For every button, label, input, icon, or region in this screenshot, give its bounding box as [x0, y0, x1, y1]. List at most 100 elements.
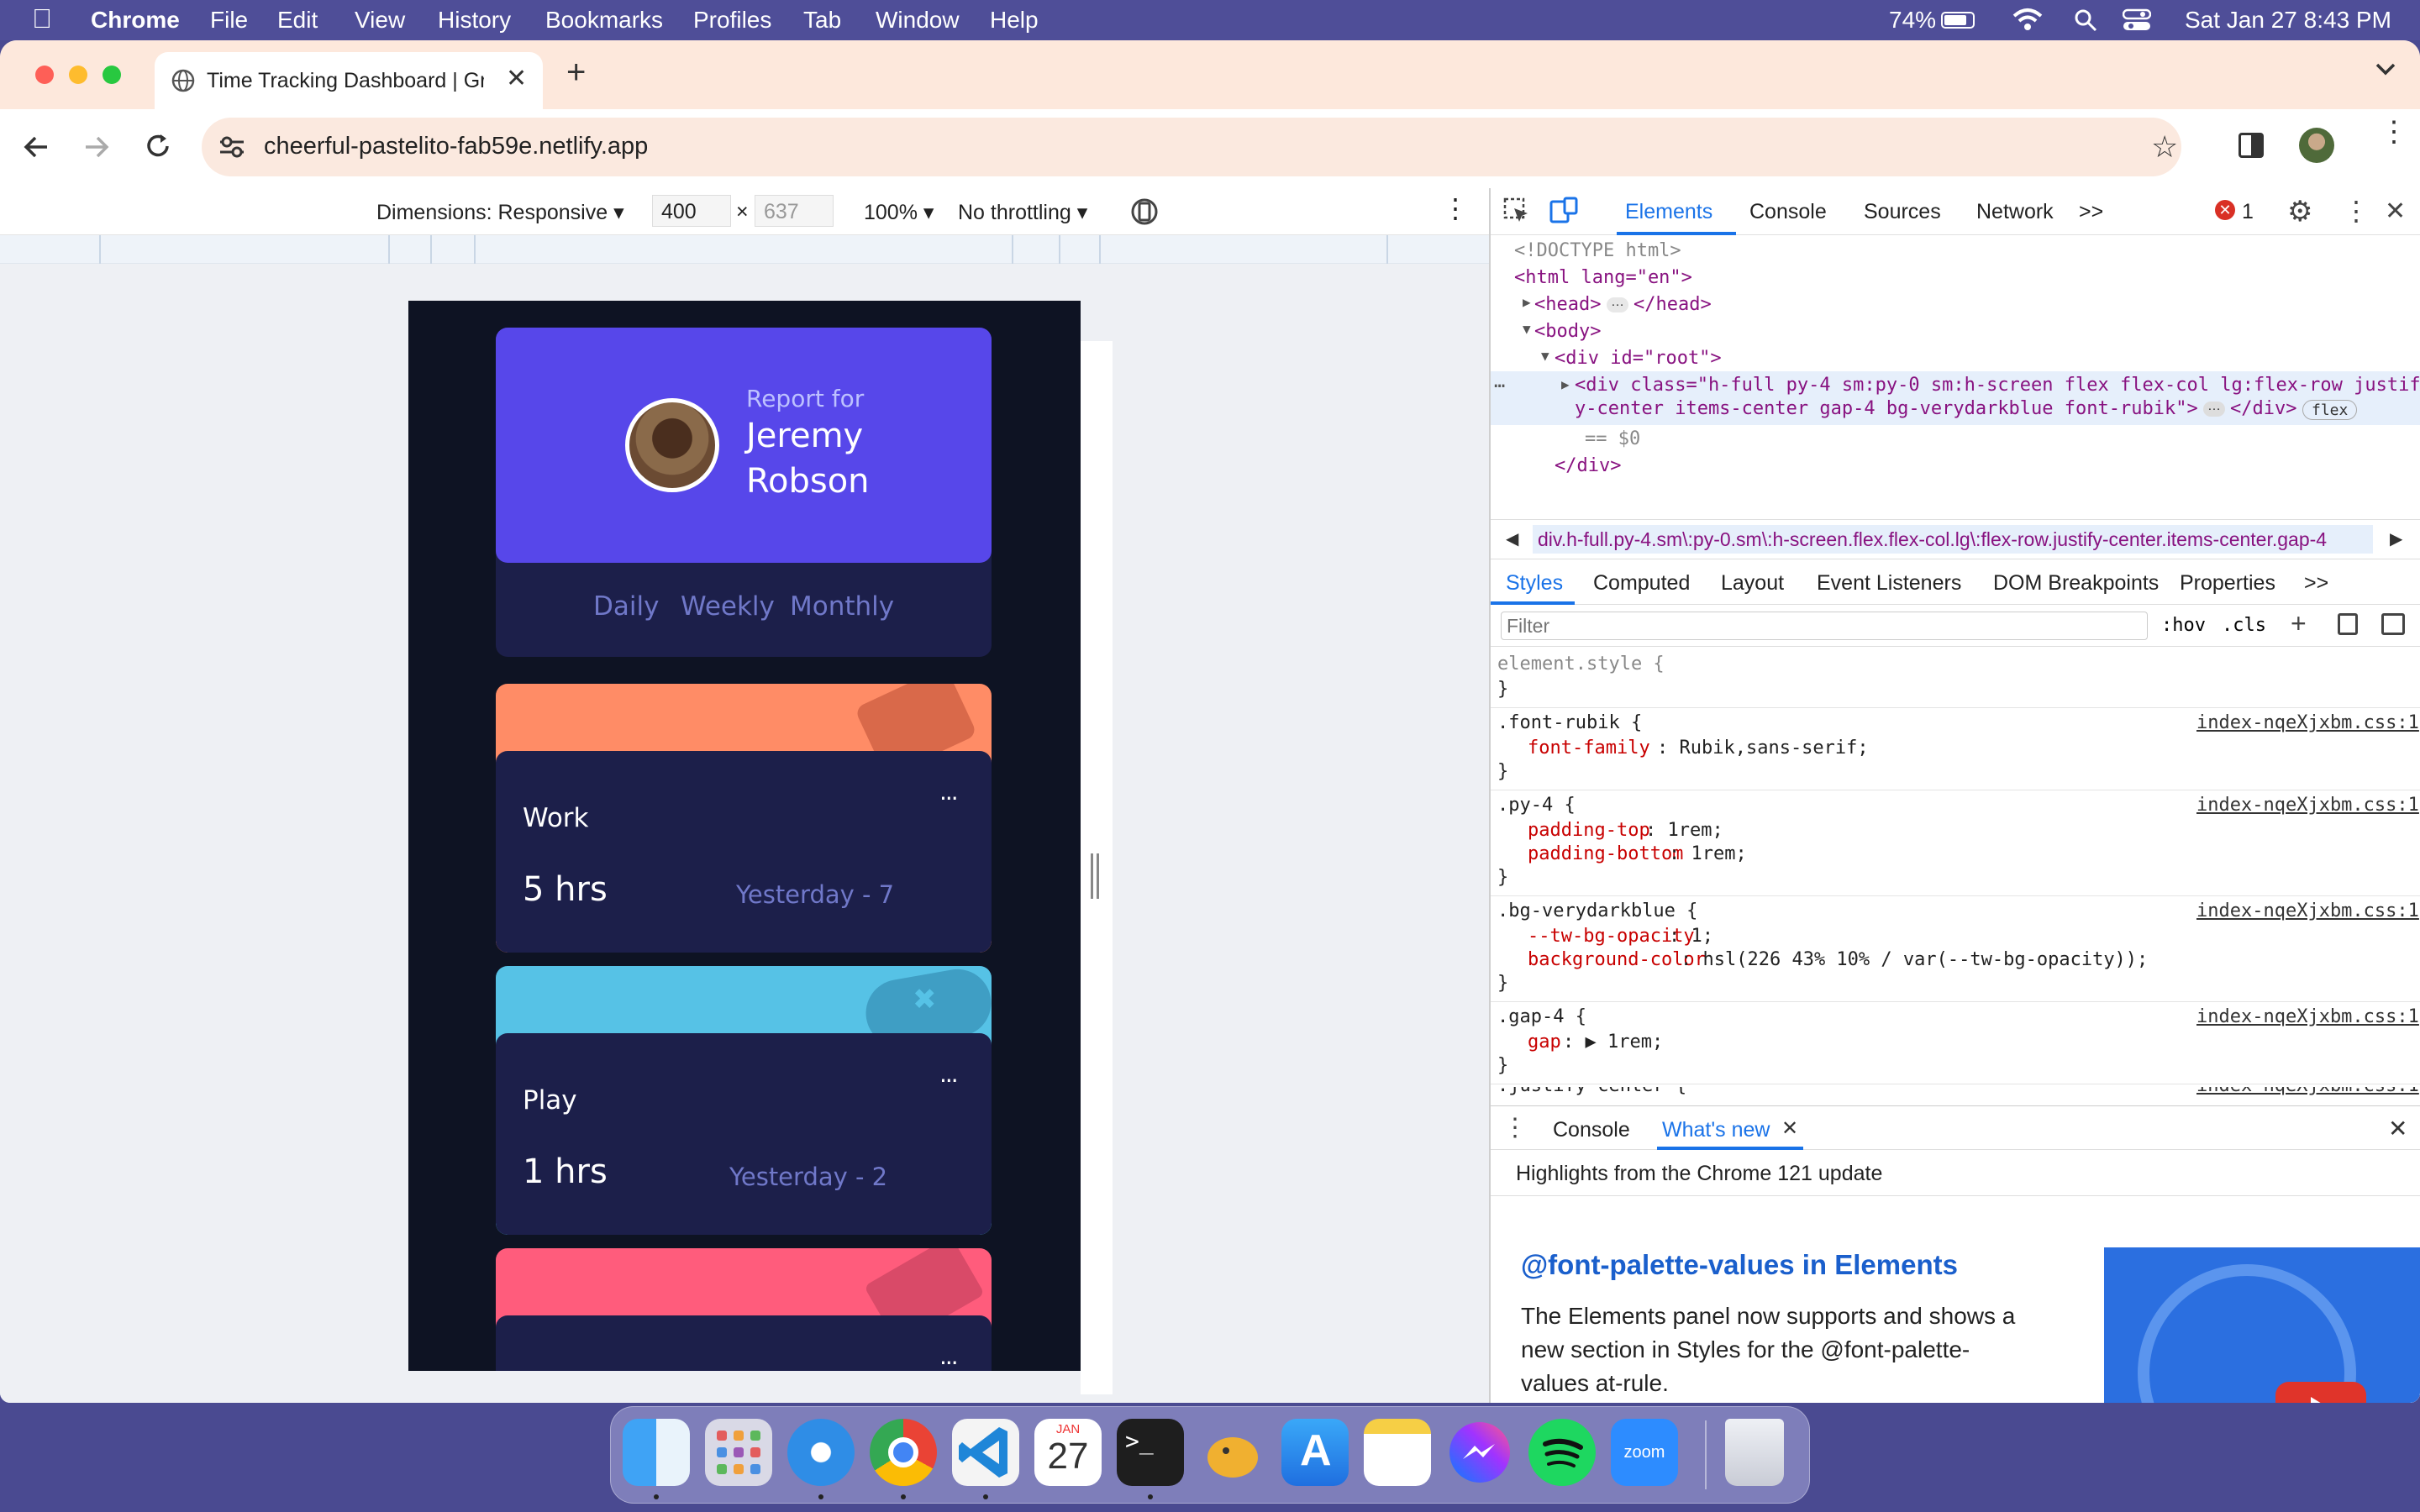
tab-console[interactable]: Console [1749, 200, 1827, 224]
tab-elements[interactable]: Elements [1625, 200, 1712, 224]
menu-help[interactable]: Help [990, 7, 1039, 34]
reload-icon[interactable] [145, 133, 171, 164]
collapsed-ellipsis-icon[interactable]: … [1607, 296, 1628, 312]
padding-top-value[interactable]: : 1rem; [1645, 820, 1723, 841]
trash-icon[interactable] [1725, 1419, 1784, 1486]
more-tabs-icon[interactable]: >> [2079, 200, 2103, 224]
new-tab-button[interactable]: + [566, 54, 586, 92]
menu-window[interactable]: Window [876, 7, 960, 34]
tableplus-elephant-icon[interactable] [1199, 1419, 1266, 1486]
inspect-element-icon[interactable] [1502, 197, 1531, 229]
gap-property[interactable]: gap [1528, 1032, 1561, 1053]
toggle-sidebar-icon[interactable] [2381, 613, 2405, 635]
settings-gear-icon[interactable]: ⚙ [2287, 195, 2312, 228]
menu-profiles[interactable]: Profiles [693, 7, 771, 34]
rule-source-link[interactable]: index-nqeXjxbm.css:1 [2196, 1006, 2419, 1027]
tab-active[interactable]: Time Tracking Dashboard | Gr ✕ [155, 52, 543, 109]
side-panel-icon[interactable] [2238, 133, 2264, 158]
tw-bg-opacity-value[interactable]: : 1; [1669, 926, 1713, 947]
menu-file[interactable]: File [210, 7, 248, 34]
rotate-device-icon[interactable] [1129, 197, 1160, 233]
collapsed-ellipsis-icon[interactable]: … [2203, 400, 2225, 417]
rule-gap-selector[interactable]: .gap-4 { [1497, 1006, 1586, 1027]
messenger-icon[interactable] [1446, 1419, 1513, 1486]
site-info-icon[interactable] [218, 134, 245, 164]
menu-app-name[interactable]: Chrome [91, 7, 180, 34]
rule-source-link[interactable]: index-nqeXjxbm.css:1 [2196, 712, 2419, 733]
font-family-property[interactable]: font-family [1528, 738, 1650, 759]
breadcrumb-left-icon[interactable]: ◀ [1506, 528, 1518, 549]
battery-icon[interactable] [1941, 12, 1975, 29]
device-toolbar-toggle-icon[interactable] [1549, 197, 1578, 229]
play-menu-ellipsis-icon[interactable]: ··· [939, 1067, 959, 1095]
app-store-icon[interactable]: A [1281, 1419, 1349, 1486]
forward-arrow-icon[interactable] [84, 134, 109, 164]
study-menu-ellipsis-icon[interactable]: ··· [939, 1349, 959, 1371]
rule-font-rubik-selector[interactable]: .font-rubik { [1497, 712, 1642, 733]
dom-root-node[interactable]: <div id="root"> [1555, 348, 1722, 369]
background-color-value[interactable]: : hsl(226 43% 10% / var(--tw-bg-opacity)… [1681, 949, 2148, 970]
whats-new-title[interactable]: @font-palette-values in Elements [1521, 1249, 1958, 1281]
back-arrow-icon[interactable] [24, 134, 49, 164]
rule-source-link[interactable]: index-nqeXjxbm.css:1 [2196, 1087, 2419, 1096]
menu-tab[interactable]: Tab [803, 7, 841, 34]
close-whats-new-icon[interactable]: ✕ [1781, 1116, 1798, 1141]
spotify-icon[interactable] [1528, 1419, 1596, 1486]
period-weekly[interactable]: Weekly [681, 591, 775, 622]
rule-bg-selector[interactable]: .bg-verydarkblue { [1497, 900, 1697, 921]
whats-new-video-thumbnail[interactable] [2104, 1247, 2420, 1403]
padding-top-property[interactable]: padding-top [1528, 820, 1650, 841]
apple-menu-icon[interactable]:  [32, 3, 52, 34]
gap-value[interactable]: : ▶ 1rem; [1563, 1032, 1663, 1053]
error-count[interactable]: 1 [2242, 200, 2254, 224]
viewport-resize-handle-right[interactable] [1091, 853, 1099, 899]
expand-head-icon[interactable]: ▶ [1523, 294, 1531, 310]
collapse-root-icon[interactable]: ▼ [1541, 348, 1549, 364]
subtab-computed[interactable]: Computed [1593, 571, 1690, 596]
menu-view[interactable]: View [355, 7, 405, 34]
address-bar[interactable]: cheerful-pastelito-fab59e.netlify.app ☆ [202, 118, 2181, 176]
menu-datetime[interactable]: Sat Jan 27 8:43 PM [2185, 7, 2391, 34]
background-color-property[interactable]: background-color [1528, 949, 1706, 970]
font-family-value[interactable]: : Rubik,sans-serif; [1657, 738, 1869, 759]
notes-icon[interactable] [1364, 1419, 1431, 1486]
close-drawer-icon[interactable]: ✕ [2388, 1115, 2407, 1142]
drawer-tab-whats-new[interactable]: What's new [1662, 1118, 1770, 1142]
drawer-menu-icon[interactable]: ⋮ [1502, 1113, 1528, 1142]
url-text[interactable]: cheerful-pastelito-fab59e.netlify.app [264, 133, 648, 160]
zoom-app-icon[interactable]: zoom [1611, 1419, 1678, 1486]
breadcrumb-right-icon[interactable]: ▶ [2390, 528, 2402, 549]
menu-edit[interactable]: Edit [277, 7, 318, 34]
safari-compass-icon[interactable] [787, 1419, 855, 1486]
subtab-layout[interactable]: Layout [1721, 571, 1784, 596]
close-tab-icon[interactable]: ✕ [506, 64, 527, 93]
tab-search-chevron-icon[interactable] [2375, 60, 2396, 81]
padding-bottom-value[interactable]: : 1rem; [1669, 843, 1747, 864]
subtab-properties[interactable]: Properties [2180, 571, 2275, 596]
drawer-tab-console[interactable]: Console [1553, 1118, 1630, 1142]
expand-div-icon[interactable]: ▶ [1561, 376, 1570, 392]
paint-icon[interactable] [2338, 613, 2358, 635]
device-height-input[interactable]: 637 [755, 195, 834, 227]
bookmark-star-icon[interactable]: ☆ [2151, 129, 2178, 165]
calendar-icon[interactable]: JAN 27 [1034, 1419, 1102, 1486]
throttling-dropdown[interactable]: No throttling ▾ [958, 200, 1087, 225]
vscode-icon[interactable] [952, 1419, 1019, 1486]
wifi-icon[interactable] [2012, 7, 2044, 38]
work-menu-ellipsis-icon[interactable]: ··· [939, 785, 959, 812]
hov-toggle[interactable]: :hov [2161, 615, 2206, 636]
youtube-play-icon[interactable] [2275, 1382, 2366, 1403]
padding-bottom-property[interactable]: padding-bottom [1528, 843, 1683, 864]
dom-html-node[interactable]: <html lang="en"> [1514, 267, 1692, 288]
rule-source-link[interactable]: index-nqeXjxbm.css:1 [2196, 795, 2419, 816]
period-daily[interactable]: Daily [593, 591, 659, 622]
close-window-button[interactable] [35, 66, 54, 84]
minimize-window-button[interactable] [69, 66, 87, 84]
menu-history[interactable]: History [438, 7, 511, 34]
subtab-dom-breakpoints[interactable]: DOM Breakpoints [1993, 571, 2159, 596]
collapse-body-icon[interactable]: ▼ [1523, 321, 1531, 337]
rule-justify-selector[interactable]: .justify-center { [1497, 1087, 1686, 1096]
dom-body-node[interactable]: <body> [1534, 321, 1601, 342]
tab-network[interactable]: Network [1976, 200, 2054, 224]
launchpad-icon[interactable] [705, 1419, 772, 1486]
